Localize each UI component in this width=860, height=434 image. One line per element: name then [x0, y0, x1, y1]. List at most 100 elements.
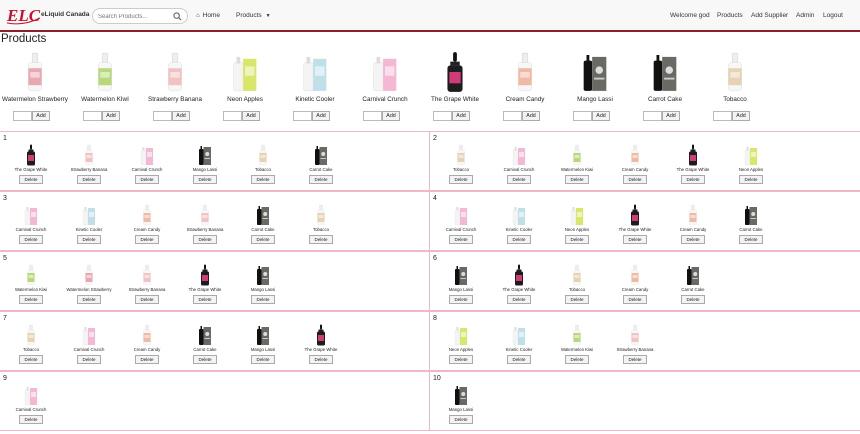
add-button[interactable]: Add: [172, 111, 190, 121]
search-input[interactable]: [98, 11, 174, 22]
delete-button[interactable]: Delete: [449, 235, 473, 244]
elc-logo[interactable]: ELC: [6, 5, 42, 25]
product-image: [82, 327, 95, 346]
add-button[interactable]: Add: [32, 111, 50, 121]
delete-button[interactable]: Delete: [135, 355, 159, 364]
quantity-input[interactable]: [433, 111, 452, 121]
delete-button[interactable]: Delete: [251, 355, 275, 364]
delete-button[interactable]: Delete: [77, 355, 101, 364]
quantity-input[interactable]: [223, 111, 242, 121]
delete-button[interactable]: Delete: [739, 235, 763, 244]
delete-button[interactable]: Delete: [449, 295, 473, 304]
product-image: [744, 147, 757, 166]
product-image: [317, 324, 325, 346]
add-button[interactable]: Add: [382, 111, 400, 121]
delete-button[interactable]: Delete: [251, 235, 275, 244]
delete-button[interactable]: Delete: [135, 295, 159, 304]
nav-home-label: Home: [202, 12, 220, 19]
cart-item: Carnival Crunch Delete: [2, 384, 60, 430]
delete-button[interactable]: Delete: [77, 295, 101, 304]
delete-button[interactable]: Delete: [193, 355, 217, 364]
quantity-input[interactable]: [503, 111, 522, 121]
product-image: [85, 144, 93, 166]
quantity-input[interactable]: [713, 111, 732, 121]
delete-button[interactable]: Delete: [19, 235, 43, 244]
quantity-input[interactable]: [363, 111, 382, 121]
brand-name[interactable]: eLiquid Canada: [41, 11, 89, 18]
delete-button[interactable]: Delete: [623, 175, 647, 184]
delete-button[interactable]: Delete: [681, 235, 705, 244]
add-button[interactable]: Add: [452, 111, 470, 121]
cart-number: 10: [433, 375, 441, 382]
delete-button[interactable]: Delete: [681, 295, 705, 304]
delete-button[interactable]: Delete: [19, 295, 43, 304]
delete-button[interactable]: Delete: [309, 235, 333, 244]
product-image: [745, 206, 757, 225]
cart-number: 3: [3, 195, 7, 202]
product-image: [168, 52, 182, 92]
delete-button[interactable]: Delete: [623, 355, 647, 364]
product-image: [689, 204, 697, 226]
delete-button[interactable]: Delete: [309, 175, 333, 184]
delete-button[interactable]: Delete: [19, 355, 43, 364]
delete-button[interactable]: Delete: [565, 355, 589, 364]
nav-logout[interactable]: Logout: [823, 12, 843, 19]
nav-admin[interactable]: Admin: [796, 12, 814, 19]
cart-item: Carrot Cake Delete: [722, 204, 780, 250]
delete-button[interactable]: Delete: [77, 235, 101, 244]
delete-button[interactable]: Delete: [193, 295, 217, 304]
delete-button[interactable]: Delete: [135, 175, 159, 184]
add-button[interactable]: Add: [242, 111, 260, 121]
delete-button[interactable]: Delete: [565, 175, 589, 184]
quantity-input[interactable]: [83, 111, 102, 121]
delete-button[interactable]: Delete: [309, 355, 333, 364]
delete-button[interactable]: Delete: [449, 355, 473, 364]
delete-button[interactable]: Delete: [251, 295, 275, 304]
delete-button[interactable]: Delete: [193, 175, 217, 184]
quantity-input[interactable]: [643, 111, 662, 121]
quantity-input[interactable]: [293, 111, 312, 121]
delete-button[interactable]: Delete: [565, 235, 589, 244]
nav-products-dropdown[interactable]: Products ▼: [236, 12, 271, 19]
delete-button[interactable]: Delete: [77, 175, 101, 184]
delete-button[interactable]: Delete: [449, 175, 473, 184]
product-image: [573, 144, 581, 166]
delete-button[interactable]: Delete: [193, 235, 217, 244]
delete-button[interactable]: Delete: [507, 295, 531, 304]
add-button[interactable]: Add: [592, 111, 610, 121]
delete-button[interactable]: Delete: [507, 175, 531, 184]
add-button[interactable]: Add: [662, 111, 680, 121]
product-image: [454, 327, 467, 346]
product-image: [457, 144, 465, 166]
delete-button[interactable]: Delete: [507, 235, 531, 244]
quantity-input[interactable]: [13, 111, 32, 121]
search-icon[interactable]: [173, 12, 182, 21]
nav-right-products[interactable]: Products: [717, 12, 743, 19]
page-title: Products: [1, 33, 47, 45]
delete-button[interactable]: Delete: [623, 295, 647, 304]
add-button[interactable]: Add: [522, 111, 540, 121]
product-image: [573, 324, 581, 346]
delete-button[interactable]: Delete: [565, 295, 589, 304]
delete-button[interactable]: Delete: [739, 175, 763, 184]
delete-button[interactable]: Delete: [135, 235, 159, 244]
delete-button[interactable]: Delete: [449, 415, 473, 424]
delete-button[interactable]: Delete: [681, 175, 705, 184]
add-button[interactable]: Add: [732, 111, 750, 121]
add-button[interactable]: Add: [102, 111, 120, 121]
product-image: [143, 324, 151, 346]
quantity-input[interactable]: [153, 111, 172, 121]
catalog-item: Carrot Cake Add: [630, 48, 700, 124]
add-button[interactable]: Add: [312, 111, 330, 121]
product-image: [27, 324, 35, 346]
delete-button[interactable]: Delete: [19, 415, 43, 424]
catalog-item: Neon Apples Add: [210, 48, 280, 124]
nav-add-supplier[interactable]: Add Supplier: [751, 12, 788, 19]
delete-button[interactable]: Delete: [507, 355, 531, 364]
nav-home[interactable]: ⌂ Home: [196, 12, 220, 19]
delete-button[interactable]: Delete: [251, 175, 275, 184]
quantity-input[interactable]: [573, 111, 592, 121]
delete-button[interactable]: Delete: [19, 175, 43, 184]
delete-button[interactable]: Delete: [623, 235, 647, 244]
product-image: [631, 264, 639, 286]
